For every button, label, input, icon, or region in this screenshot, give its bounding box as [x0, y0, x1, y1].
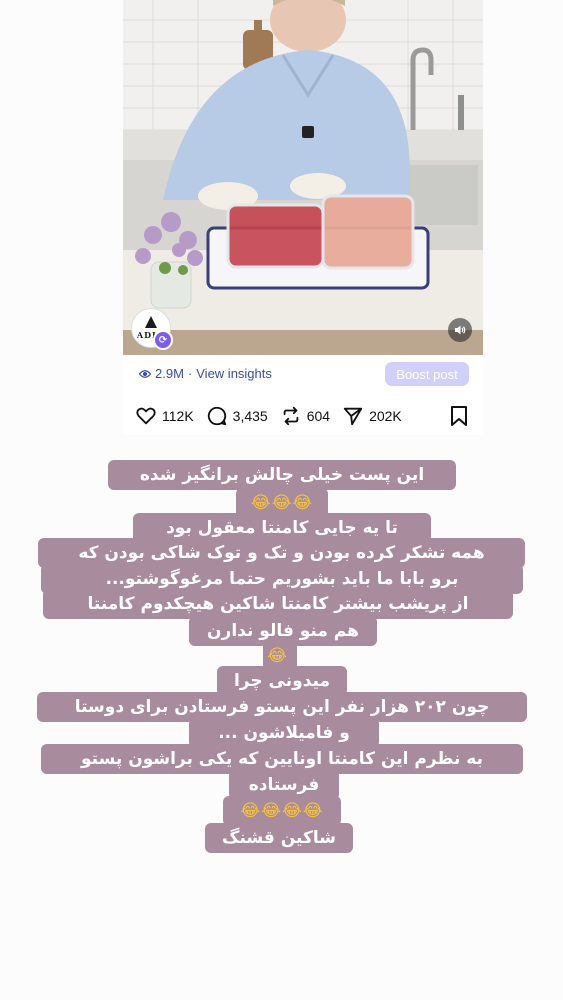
comment-button[interactable]: 3,435 [206, 405, 268, 427]
repost-badge-icon: ⟳ [153, 330, 173, 350]
comments-count: 3,435 [232, 408, 268, 424]
like-button[interactable]: 112K [135, 405, 194, 427]
view-insights-label: View insights [196, 366, 272, 381]
video-frame-illustration [123, 0, 483, 355]
caption-emoji-line: 😂😂😂😂 [223, 796, 341, 826]
speaker-icon [455, 325, 466, 335]
likes-count: 112K [162, 408, 194, 424]
boost-post-button[interactable]: Boost post [385, 362, 469, 386]
post-video[interactable] [123, 0, 483, 355]
bookmark-icon[interactable] [449, 405, 469, 427]
insights-bar: 2.9M · View insights Boost post [123, 355, 483, 397]
comment-icon [207, 406, 226, 426]
shares-count: 202K [369, 408, 402, 424]
caption-line: شاکین قشنگ [205, 823, 353, 853]
heart-icon [136, 407, 156, 425]
sound-toggle-button[interactable] [448, 318, 472, 342]
post-actions-bar: 112K 3,435 604 202K [123, 397, 483, 435]
share-button[interactable]: 202K [342, 405, 402, 427]
repost-icon [283, 406, 299, 426]
caption-line: این پست خیلی چالش برانگیز شده [108, 460, 456, 490]
send-icon [343, 407, 363, 426]
brand-logo-mark [145, 316, 157, 328]
eye-icon [139, 369, 151, 378]
view-insights-link[interactable]: 2.9M · View insights [139, 366, 272, 381]
repost-button[interactable]: 604 [280, 405, 330, 427]
separator-dot: · [187, 366, 193, 381]
reposts-count: 604 [306, 408, 331, 424]
views-count: 2.9M [155, 366, 184, 381]
caption-line: از پریشب بیشتر کامنتا شاکین هیچکدوم کامن… [43, 589, 513, 619]
